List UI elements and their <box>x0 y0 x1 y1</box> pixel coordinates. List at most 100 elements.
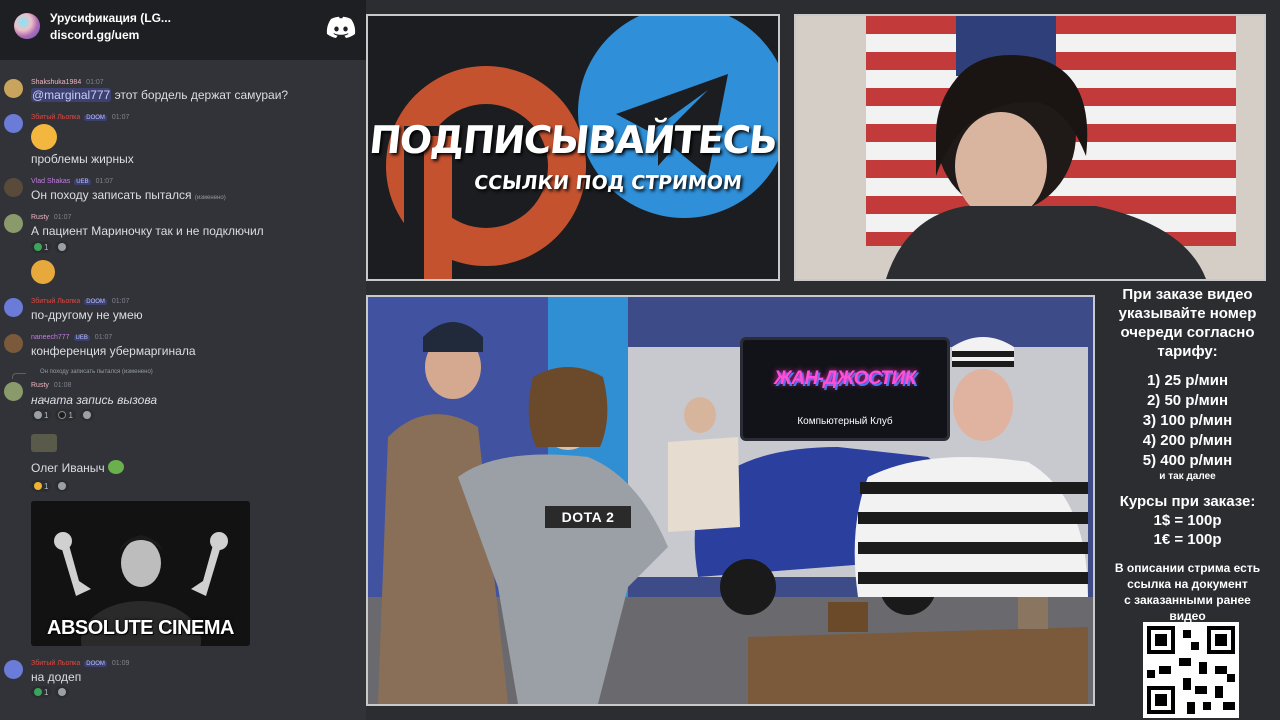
discord-logo-icon <box>326 16 356 38</box>
username: Збитый Льопка <box>31 114 81 121</box>
timestamp: 01:07 <box>111 298 130 305</box>
username: Збитый Льопка <box>31 298 81 305</box>
rate-usd: 1$ = 100р <box>1153 512 1222 529</box>
smiley-icon <box>58 243 67 251</box>
sticker-image <box>31 434 57 452</box>
banner-title: ПОДПИСЫВАЙТЕСЬ <box>367 118 779 162</box>
tariff-item: 3) 100 р/мин <box>1142 412 1233 429</box>
server-invite: discord.gg/uem <box>50 28 140 42</box>
club-subtitle: Компьютерный Клуб <box>797 416 893 427</box>
tariff-list: 1) 25 р/мин 2) 50 р/мин 3) 100 р/мин 4) … <box>1095 371 1280 482</box>
avatar <box>4 79 23 98</box>
message-text: А пациент Мариночку так и не подключил <box>31 224 264 238</box>
reply-preview[interactable]: Он походу записать пытался (изменено) <box>40 369 153 375</box>
user-mention[interactable]: @marginal777 <box>31 88 112 102</box>
username: Rusty <box>31 214 49 221</box>
timestamp: 01:07 <box>111 114 130 121</box>
reaction[interactable]: 1 <box>31 241 52 253</box>
attached-image[interactable]: ABSOLUTE CINEMA <box>31 501 250 646</box>
subscribe-banner: ПОДПИСЫВАЙТЕСЬ ССЫЛКИ ПОД СТРИМОМ <box>366 14 780 281</box>
club-name: ЖАН-ДЖОСТИК <box>774 368 916 389</box>
smiley-icon <box>58 688 67 696</box>
username: Rusty <box>31 382 49 389</box>
message-text: Олег Иваныч <box>31 461 105 475</box>
message-text: конференция убермаргинала <box>31 344 196 358</box>
timestamp: 01:07 <box>94 334 113 341</box>
add-reaction-button[interactable] <box>55 480 70 492</box>
frog-emoji-icon <box>107 460 124 474</box>
currency-rates: Курсы при заказе: 1$ = 100р 1€ = 100р <box>1095 492 1280 549</box>
message-text: проблемы жирных <box>31 152 134 166</box>
add-reaction-button[interactable] <box>55 241 70 253</box>
smiley-icon <box>58 482 67 490</box>
message-text: Он походу записать пытался <box>31 188 192 202</box>
server-name: Урусификация (LG... <box>50 11 171 25</box>
timestamp: 01:08 <box>53 382 72 389</box>
message-text: начата запись вызова <box>31 393 158 407</box>
tariff-item: 1) 25 р/мин <box>1146 372 1229 389</box>
username: Vlad Shakas <box>31 178 71 185</box>
reactions: 1 1 <box>31 409 94 421</box>
webcam-image <box>796 16 1264 279</box>
avatar <box>4 382 23 401</box>
role-badge: DOOM <box>84 661 107 667</box>
timestamp: 01:07 <box>95 178 114 185</box>
add-reaction-button[interactable] <box>55 686 70 698</box>
rates-title: Курсы при заказе: <box>1119 493 1256 510</box>
add-reaction-button[interactable] <box>79 409 94 421</box>
role-badge: DOOM <box>84 299 107 305</box>
avatar <box>4 178 23 197</box>
role-badge: UEB <box>73 335 90 341</box>
description-note: В описании стрима есть ссылка на докумен… <box>1114 561 1261 623</box>
message-text: на додеп <box>31 670 82 684</box>
club-sign: ЖАН-ДЖОСТИК Компьютерный Клуб <box>740 337 950 441</box>
reaction[interactable]: 1 <box>55 409 76 421</box>
timestamp: 01:07 <box>53 214 72 221</box>
username: Shakshuka1984 <box>31 79 82 86</box>
qr-code-icon[interactable] <box>1143 622 1239 718</box>
tariff-item: 4) 200 р/мин <box>1142 432 1233 449</box>
avatar <box>4 334 23 353</box>
image-caption: ABSOLUTE CINEMA <box>47 617 234 639</box>
reactions: 1 <box>31 686 70 698</box>
laughing-emoji-icon <box>31 124 57 150</box>
emoji-icon <box>34 688 42 696</box>
message-text: по-другому не умею <box>31 308 143 322</box>
edited-label: (изменено) <box>194 195 226 201</box>
banner-subtitle: ССЫЛКИ ПОД СТРИМОМ <box>472 172 743 194</box>
role-badge: DOOM <box>84 115 107 121</box>
message-text: этот бордель держат самураи? <box>111 88 289 102</box>
reaction[interactable]: 1 <box>31 686 52 698</box>
video-scene <box>368 297 1093 704</box>
username: naneech777 <box>31 334 70 341</box>
avatar <box>4 214 23 233</box>
avatar <box>4 298 23 317</box>
timestamp: 01:09 <box>111 660 130 667</box>
tariff-item: 2) 50 р/мин <box>1146 392 1229 409</box>
shirt-logo-text: DOTA 2 <box>545 506 631 528</box>
reactions: 1 <box>31 241 70 253</box>
reaction[interactable]: 1 <box>31 409 52 421</box>
timestamp: 01:07 <box>86 79 104 86</box>
tariff-item: 5) 400 р/мин <box>1142 452 1233 469</box>
reactions: 1 <box>31 480 70 492</box>
shocked-emoji-icon <box>31 260 55 284</box>
username: Збитый Льопка <box>31 660 81 667</box>
emoji-icon <box>34 243 42 251</box>
avatar <box>4 114 23 133</box>
reply-connector <box>12 373 26 379</box>
order-instructions: При заказе видео указывайте номер очеред… <box>1118 286 1257 360</box>
avatar <box>4 660 23 679</box>
rate-eur: 1€ = 100р <box>1153 531 1222 548</box>
role-badge: UEB <box>74 179 91 185</box>
discord-chat-overlay: Урусификация (LG... discord.gg/uem Shaks… <box>0 0 366 720</box>
emoji-icon <box>34 411 42 419</box>
server-header: Урусификация (LG... discord.gg/uem <box>0 0 366 60</box>
emoji-icon <box>34 482 42 490</box>
main-video-thumbnail: ЖАН-ДЖОСТИК Компьютерный Клуб DOTA 2 <box>366 295 1095 706</box>
price-panel: При заказе видео указывайте номер очеред… <box>1095 282 1280 720</box>
emoji-icon <box>58 411 67 419</box>
tariff-etc: и так далее <box>1159 471 1216 482</box>
reaction[interactable]: 1 <box>31 480 52 492</box>
webcam-feed <box>794 14 1266 281</box>
